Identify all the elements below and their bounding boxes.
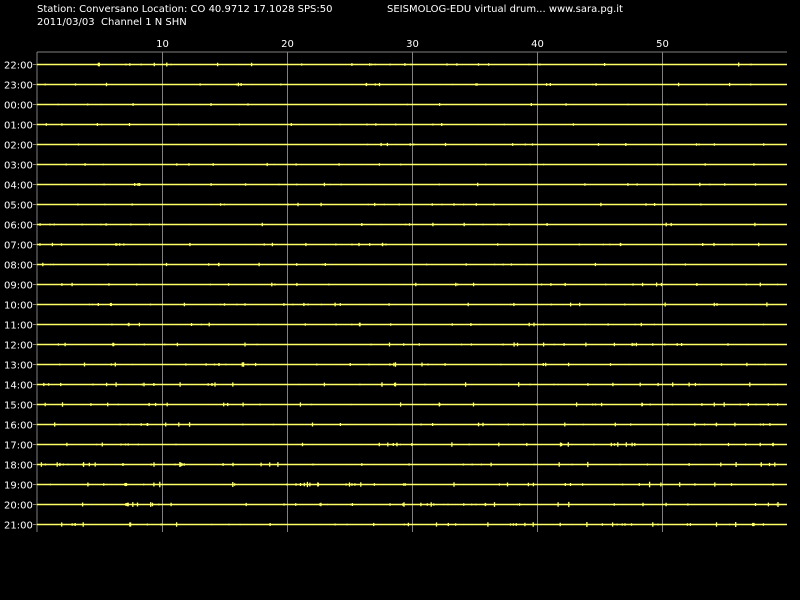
hour-label: 15:00: [4, 401, 33, 412]
hour-label: 04:00: [4, 181, 33, 192]
hour-label: 10:00: [4, 301, 33, 312]
x-tick-label: 20: [281, 39, 294, 50]
hour-label: 07:00: [4, 241, 33, 252]
hour-label: 19:00: [4, 481, 33, 492]
x-tick-label: 30: [406, 39, 419, 50]
x-tick-label: 50: [656, 39, 669, 50]
seismogram-drum: 10 20 30 40 50 22:00 23:00 00:00 01:00 02:00 03:00…: [4, 39, 787, 532]
hour-label: 17:00: [4, 441, 33, 452]
x-tick-label: 10: [156, 39, 169, 50]
hour-label: 22:00: [4, 61, 33, 72]
hour-label: 20:00: [4, 501, 33, 512]
hour-label: 01:00: [4, 121, 33, 132]
x-tick-label: 40: [531, 39, 544, 50]
hour-label: 14:00: [4, 381, 33, 392]
hour-label: 16:00: [4, 421, 33, 432]
hour-label: 11:00: [4, 321, 33, 332]
hour-label: 23:00: [4, 81, 33, 92]
hour-label: 12:00: [4, 341, 33, 352]
hour-label: 21:00: [4, 521, 33, 532]
hour-label: 06:00: [4, 221, 33, 232]
hour-label: 02:00: [4, 141, 33, 152]
hour-label: 18:00: [4, 461, 33, 472]
hour-label: 05:00: [4, 201, 33, 212]
hour-label: 08:00: [4, 261, 33, 272]
hour-label: 13:00: [4, 361, 33, 372]
hour-label: 00:00: [4, 101, 33, 112]
hour-label: 09:00: [4, 281, 33, 292]
hour-label: 03:00: [4, 161, 33, 172]
